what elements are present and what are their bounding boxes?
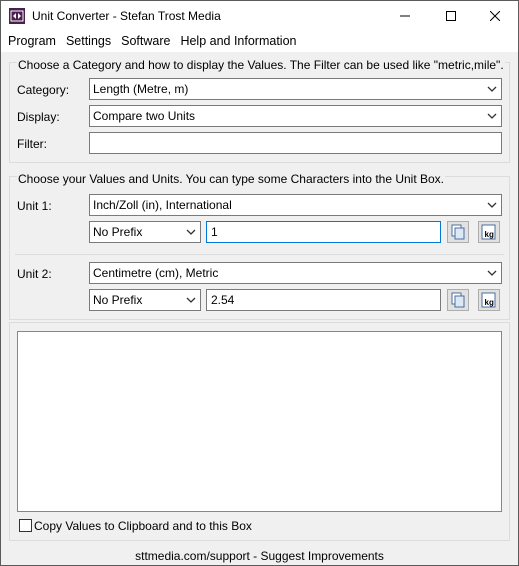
unit1-copy-button[interactable]	[447, 221, 469, 243]
chevron-down-icon	[487, 113, 497, 119]
menu-program[interactable]: Program	[3, 31, 61, 52]
minimize-icon	[400, 15, 410, 17]
maximize-button[interactable]	[428, 1, 474, 31]
unit2-copy-button[interactable]	[447, 289, 469, 311]
copy-icon	[451, 224, 465, 240]
kg-icon: kg	[481, 292, 496, 308]
svg-text:kg: kg	[485, 230, 494, 239]
unit-divider	[15, 254, 504, 255]
filter-input[interactable]	[89, 132, 502, 154]
menu-bar: Program Settings Software Help and Infor…	[1, 31, 518, 52]
unit1-select[interactable]: Inch/Zoll (in), International	[89, 194, 502, 216]
unit1-prefix-select[interactable]: No Prefix	[89, 221, 201, 243]
unit1-amount-input[interactable]: 1	[206, 221, 441, 243]
maximize-icon	[446, 11, 456, 21]
app-window: Unit Converter - Stefan Trost Media Prog…	[0, 0, 519, 566]
display-select[interactable]: Compare two Units	[89, 105, 502, 127]
unit2-prefix-select[interactable]: No Prefix	[89, 289, 201, 311]
unit1-unit-info-button[interactable]: kg	[478, 221, 500, 243]
unit2-unit-info-button[interactable]: kg	[478, 289, 500, 311]
close-button[interactable]	[472, 1, 518, 31]
output-textbox[interactable]	[17, 331, 502, 512]
category-group-caption: Choose a Category and how to display the…	[17, 58, 505, 72]
category-select-value: Length (Metre, m)	[93, 82, 189, 96]
unit2-select[interactable]: Centimetre (cm), Metric	[89, 262, 502, 284]
converter-app-icon[interactable]	[9, 8, 25, 24]
unit1-label: Unit 1:	[17, 199, 52, 213]
menu-software[interactable]: Software	[116, 31, 175, 52]
display-label: Display:	[17, 110, 60, 124]
chevron-down-icon	[487, 86, 497, 92]
values-group-caption: Choose your Values and Units. You can ty…	[17, 172, 446, 186]
unit2-select-value: Centimetre (cm), Metric	[93, 266, 219, 280]
close-icon	[490, 11, 500, 21]
chevron-down-icon	[487, 270, 497, 276]
menu-help[interactable]: Help and Information	[175, 31, 301, 52]
chevron-down-icon	[186, 297, 196, 303]
unit2-label: Unit 2:	[17, 267, 52, 281]
category-label: Category:	[17, 83, 70, 97]
unit1-select-value: Inch/Zoll (in), International	[93, 198, 232, 212]
unit1-prefix-value: No Prefix	[93, 225, 143, 239]
menu-settings[interactable]: Settings	[61, 31, 116, 52]
copy-to-clipboard-label[interactable]: Copy Values to Clipboard and to this Box	[34, 519, 252, 533]
display-select-value: Compare two Units	[93, 109, 196, 123]
unit2-amount-input[interactable]: 2.54	[206, 289, 441, 311]
title-bar: Unit Converter - Stefan Trost Media	[1, 1, 518, 31]
copy-to-clipboard-checkbox[interactable]	[19, 519, 32, 532]
minimize-button[interactable]	[382, 1, 428, 31]
unit1-amount-value: 1	[211, 225, 218, 239]
window-title: Unit Converter - Stefan Trost Media	[32, 9, 221, 23]
support-link[interactable]: sttmedia.com/support - Suggest Improveme…	[1, 549, 518, 563]
filter-label: Filter:	[17, 137, 47, 151]
svg-text:kg: kg	[485, 298, 494, 307]
copy-icon	[451, 292, 465, 308]
unit2-prefix-value: No Prefix	[93, 293, 143, 307]
chevron-down-icon	[186, 229, 196, 235]
kg-icon: kg	[481, 224, 496, 240]
unit2-amount-value: 2.54	[211, 293, 235, 307]
chevron-down-icon	[487, 202, 497, 208]
category-select[interactable]: Length (Metre, m)	[89, 78, 502, 100]
